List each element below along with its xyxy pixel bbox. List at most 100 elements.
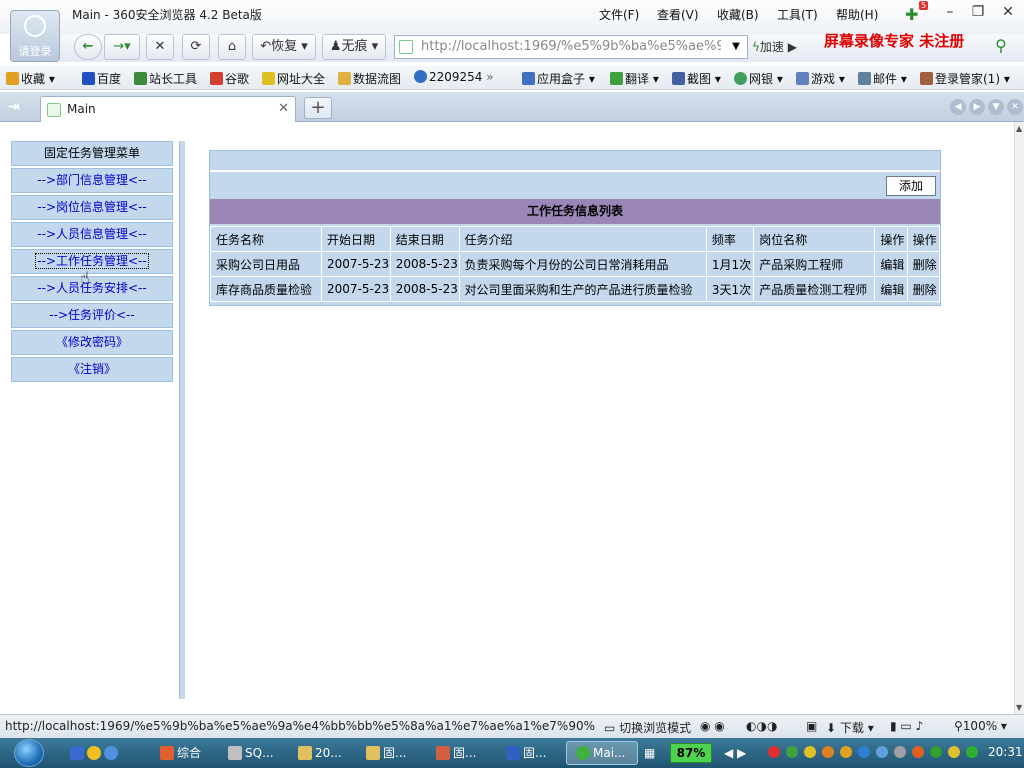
- back-button[interactable]: ←: [74, 34, 102, 60]
- accelerate-button[interactable]: ϟ加速 ▶: [752, 38, 797, 55]
- download-button[interactable]: ⬇ 下载 ▾: [826, 719, 874, 736]
- window-title: Main - 360安全浏览器 4.2 Beta版: [72, 8, 262, 22]
- home-button[interactable]: ⌂: [218, 34, 246, 60]
- menu-change-password[interactable]: 《修改密码》: [11, 330, 173, 355]
- network-icon[interactable]: [876, 746, 888, 758]
- tab-close-icon[interactable]: ✕: [278, 101, 289, 116]
- ie-mode-icon[interactable]: ◉ ◉: [700, 719, 725, 733]
- bookmark-webmaster-tools[interactable]: 站长工具: [134, 70, 197, 87]
- task-folder-gu[interactable]: 固...: [366, 742, 406, 764]
- bookmark-url-directory[interactable]: 网址大全: [262, 70, 325, 87]
- bookmark-screenshot[interactable]: 截图 ▾: [672, 70, 721, 87]
- tray-icon[interactable]: [804, 746, 816, 758]
- tray-arrow-icon[interactable]: ◀ ▶: [724, 742, 746, 764]
- bookmark-mail[interactable]: 邮件 ▾: [858, 70, 907, 87]
- search-icon[interactable]: ⚲: [988, 36, 1014, 58]
- task-gu-2[interactable]: 固...: [436, 742, 476, 764]
- tab-main[interactable]: Main ✕: [40, 96, 296, 122]
- tools-icon[interactable]: ▣: [806, 719, 817, 733]
- forward-button[interactable]: →▾: [104, 34, 140, 60]
- quicklaunch-icons[interactable]: [70, 742, 121, 764]
- app-icon: [160, 746, 174, 760]
- bookmark-games[interactable]: 游戏 ▾: [796, 70, 845, 87]
- tab-scroll-left-icon[interactable]: ◀: [950, 99, 966, 115]
- notification-icon[interactable]: ✚ 5: [905, 1, 929, 24]
- bookmark-baidu[interactable]: 百度: [82, 70, 121, 87]
- menu-position-info[interactable]: -->岗位信息管理<--: [11, 195, 173, 220]
- task-folder-20[interactable]: 20...: [298, 742, 342, 764]
- delete-link[interactable]: 删除: [907, 252, 939, 276]
- minimize-icon[interactable]: –: [940, 4, 960, 22]
- bookmark-2209254[interactable]: 2209254 »: [414, 70, 494, 84]
- vertical-scrollbar[interactable]: ▲ ▼: [1014, 122, 1024, 714]
- task-zonghe[interactable]: 综合: [160, 742, 201, 764]
- user-avatar[interactable]: 请登录: [10, 10, 60, 62]
- edit-link[interactable]: 编辑: [875, 277, 907, 301]
- bookmark-dataflow[interactable]: 数据流图: [338, 70, 401, 87]
- delete-link[interactable]: 删除: [907, 277, 939, 301]
- hand-cursor-icon: ☝: [80, 268, 90, 287]
- menu-view[interactable]: 查看(V): [657, 6, 699, 23]
- bookmark-ebank[interactable]: 网银 ▾: [734, 70, 783, 87]
- menu-tools[interactable]: 工具(T): [777, 6, 818, 23]
- new-tab-button[interactable]: +: [304, 97, 332, 119]
- tray-icon[interactable]: [858, 746, 870, 758]
- security-shield-icon[interactable]: [966, 746, 978, 758]
- bookmark-translate[interactable]: 翻译 ▾: [610, 70, 659, 87]
- restore-button[interactable]: ↶恢复 ▾: [252, 34, 316, 60]
- mail-icon: [858, 72, 871, 85]
- menu-staff-info[interactable]: -->人员信息管理<--: [11, 222, 173, 247]
- zoom-control[interactable]: ⚲100% ▾: [954, 719, 1007, 733]
- bookmark-google[interactable]: 谷歌: [210, 70, 249, 87]
- tray-icon[interactable]: [768, 746, 780, 758]
- menu-department-info[interactable]: -->部门信息管理<--: [11, 168, 173, 193]
- edit-link[interactable]: 编辑: [875, 252, 907, 276]
- menu-task-evaluation[interactable]: -->任务评价<--: [11, 303, 173, 328]
- tab-scroll-right-icon[interactable]: ▶: [969, 99, 985, 115]
- sidebar-toggle-icon[interactable]: ⇥: [8, 99, 26, 115]
- word-icon: [506, 746, 520, 760]
- tab-list-icon[interactable]: ▼: [988, 99, 1004, 115]
- start-button[interactable]: [14, 739, 44, 767]
- bookmark-favorites[interactable]: 收藏 ▾: [6, 70, 55, 87]
- bookmark-app-box[interactable]: 应用盒子 ▾: [522, 70, 595, 87]
- tray-icon[interactable]: [912, 746, 924, 758]
- task-sql[interactable]: SQ...: [228, 742, 274, 764]
- volume-icon[interactable]: [894, 746, 906, 758]
- keyboard-icon[interactable]: ▦: [644, 742, 655, 764]
- address-dropdown-icon[interactable]: ▼: [727, 38, 745, 56]
- qq-icon[interactable]: [840, 746, 852, 758]
- task-table: 任务名称 开始日期 结束日期 任务介绍 频率 岗位名称 操作 操作 采购公司日用…: [210, 226, 940, 302]
- recorder-watermark: 屏幕录像专家 未注册: [824, 32, 965, 50]
- close-window-icon[interactable]: ✕: [998, 4, 1018, 22]
- refresh-button[interactable]: ⟳: [182, 34, 210, 60]
- task-main-label[interactable]: Mai...: [576, 742, 625, 764]
- statusbar-icons[interactable]: ▮ ▭ ♪: [890, 719, 923, 733]
- scroll-up-icon[interactable]: ▲: [1016, 124, 1022, 133]
- task-word-gu[interactable]: 固...: [506, 742, 546, 764]
- switch-mode-button[interactable]: ▭ 切换浏览模式: [604, 719, 691, 736]
- menu-staff-task-arrangement[interactable]: -->人员任务安排<--: [11, 276, 173, 301]
- tab-close-all-icon[interactable]: ✕: [1007, 99, 1023, 115]
- frame-divider[interactable]: [179, 141, 185, 699]
- ie-icon: [414, 70, 427, 83]
- address-url[interactable]: http://localhost:1969/%e5%9b%ba%e5%ae%9: [421, 39, 721, 54]
- restore-window-icon[interactable]: ❐: [968, 4, 988, 22]
- tray-icon[interactable]: [948, 746, 960, 758]
- menu-logout[interactable]: 《注销》: [11, 357, 173, 382]
- notrace-button[interactable]: ♟无痕 ▾: [322, 34, 386, 60]
- qq-icon[interactable]: [822, 746, 834, 758]
- menu-work-task[interactable]: -->工作任务管理<--: [11, 249, 173, 274]
- tray-icon[interactable]: [930, 746, 942, 758]
- menu-favorites[interactable]: 收藏(B): [717, 6, 759, 23]
- stop-button[interactable]: ✕: [146, 34, 174, 60]
- cell-task-name: 采购公司日用品: [211, 252, 322, 276]
- menu-file[interactable]: 文件(F): [599, 6, 639, 23]
- menu-help[interactable]: 帮助(H): [836, 6, 878, 23]
- add-button[interactable]: 添加: [886, 176, 936, 196]
- address-bar[interactable]: http://localhost:1969/%e5%9b%ba%e5%ae%9 …: [394, 35, 748, 59]
- scroll-down-icon[interactable]: ▼: [1016, 703, 1022, 712]
- tray-icon[interactable]: [786, 746, 798, 758]
- bookmark-login-manager[interactable]: 登录管家(1) ▾: [920, 70, 1010, 87]
- toggle-icon[interactable]: ◐◑◑: [746, 719, 777, 733]
